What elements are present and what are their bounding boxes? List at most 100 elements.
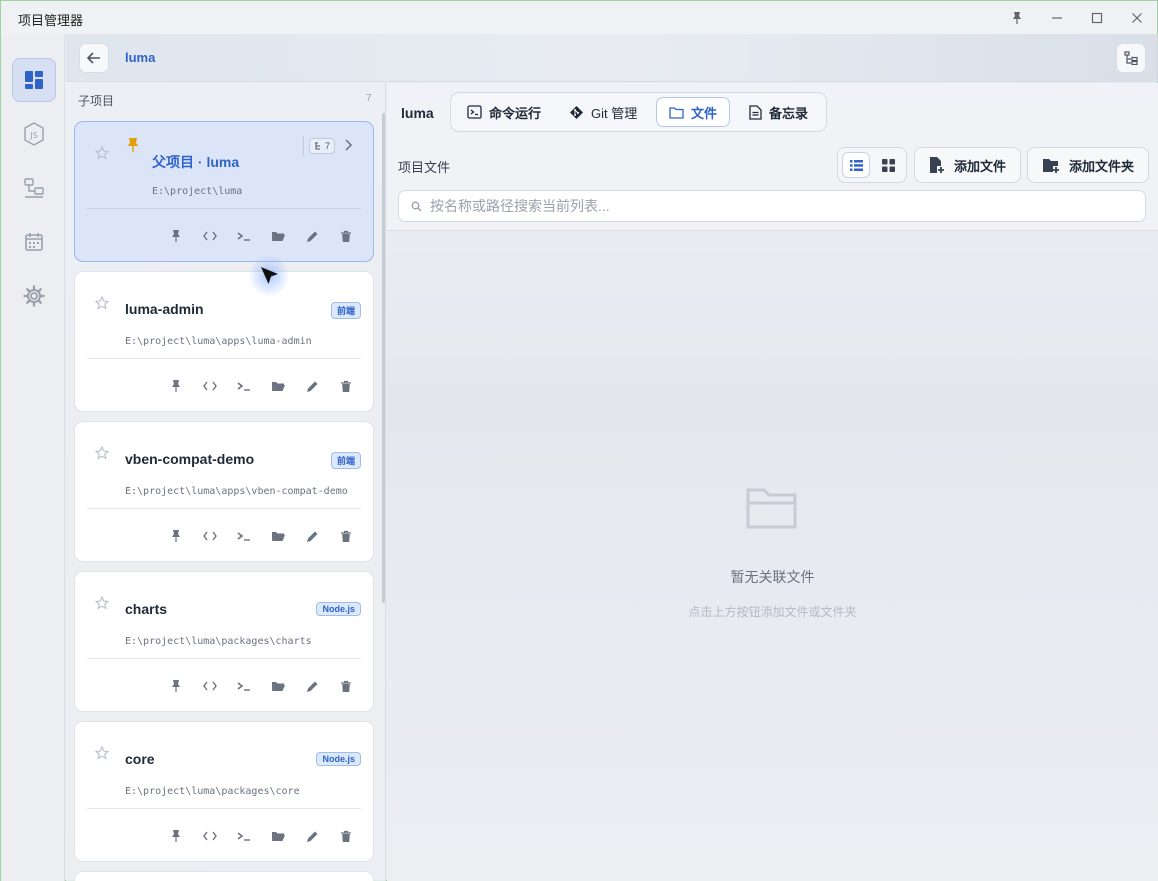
gear-icon[interactable] <box>12 274 56 318</box>
delete-icon[interactable] <box>335 225 357 247</box>
tech-tag: Node.js <box>316 602 361 616</box>
sidebar-label: 子项目 <box>78 94 115 108</box>
tab-label: 文件 <box>691 105 718 121</box>
maximize-icon[interactable] <box>1086 7 1108 29</box>
subproject-name: vben-compat-demo <box>125 451 255 467</box>
tab-commands[interactable]: 命令运行 <box>455 97 553 127</box>
chevron-right-icon[interactable] <box>343 139 353 151</box>
card-divider <box>87 808 361 809</box>
sidebar-scrollbar[interactable] <box>382 113 385 603</box>
subproject-card[interactable]: core Node.js E:\project\luma\packages\co… <box>74 721 374 862</box>
arrow-left-icon <box>87 52 100 64</box>
folder-open-icon[interactable] <box>267 375 289 397</box>
terminal-icon[interactable] <box>233 375 255 397</box>
tech-tag: Node.js <box>316 752 361 766</box>
subproject-name: core <box>125 751 155 767</box>
code-icon[interactable] <box>199 525 221 547</box>
delete-icon[interactable] <box>335 675 357 697</box>
edit-icon[interactable] <box>301 675 323 697</box>
project-name: luma <box>401 105 434 121</box>
favorite-star-icon[interactable] <box>95 296 109 310</box>
terminal-icon[interactable] <box>233 675 255 697</box>
favorite-star-icon[interactable] <box>95 146 109 160</box>
edit-icon[interactable] <box>301 525 323 547</box>
subproject-card[interactable] <box>74 871 374 881</box>
calendar-icon[interactable] <box>12 220 56 264</box>
dashboard-icon[interactable] <box>12 58 56 102</box>
delete-icon[interactable] <box>335 825 357 847</box>
parent-project-path: E:\project\luma <box>152 186 243 197</box>
title-bar: 项目管理器 <box>1 1 1157 34</box>
close-icon[interactable] <box>1126 7 1148 29</box>
edit-icon[interactable] <box>301 225 323 247</box>
card-actions <box>165 375 357 397</box>
search-input[interactable] <box>430 198 1130 214</box>
terminal-icon[interactable] <box>233 525 255 547</box>
subproject-name: luma-admin <box>125 301 204 317</box>
subproject-count: 7 <box>366 93 372 104</box>
tree-icon <box>315 142 320 149</box>
list-icon <box>849 159 863 171</box>
pin-icon[interactable] <box>165 525 187 547</box>
file-add-icon <box>930 157 944 173</box>
javascript-icon[interactable]: JS <box>12 112 56 156</box>
code-icon[interactable] <box>199 825 221 847</box>
code-icon[interactable] <box>199 375 221 397</box>
edit-icon[interactable] <box>301 375 323 397</box>
tab-notes[interactable]: 备忘录 <box>737 97 820 127</box>
delete-icon[interactable] <box>335 375 357 397</box>
grid-icon <box>881 158 895 172</box>
main-panel: luma 命令运行 Git 管理 文件 备忘录 项目文件 添加文件 添加文件夹 … <box>387 83 1158 881</box>
back-button[interactable] <box>79 43 109 73</box>
subproject-card[interactable]: charts Node.js E:\project\luma\packages\… <box>74 571 374 712</box>
pin-window-icon[interactable] <box>1006 7 1028 29</box>
terminal-icon[interactable] <box>233 825 255 847</box>
favorite-star-icon[interactable] <box>95 596 109 610</box>
subproject-path: E:\project\luma\apps\luma-admin <box>125 336 312 347</box>
delete-icon[interactable] <box>335 525 357 547</box>
edit-icon[interactable] <box>301 825 323 847</box>
parent-project-name: 父项目 · luma <box>152 154 240 170</box>
section-label: 项目文件 <box>398 160 451 175</box>
add-file-button[interactable]: 添加文件 <box>914 147 1022 183</box>
code-icon[interactable] <box>199 225 221 247</box>
add-folder-button[interactable]: 添加文件夹 <box>1027 147 1150 183</box>
tab-git[interactable]: Git 管理 <box>557 97 649 127</box>
search-icon <box>411 201 422 212</box>
pin-icon[interactable] <box>165 375 187 397</box>
folder-open-icon[interactable] <box>267 525 289 547</box>
note-icon <box>749 104 762 120</box>
search-box <box>398 190 1146 222</box>
card-divider <box>87 658 361 659</box>
list-view-button[interactable] <box>842 152 870 178</box>
subproject-sidebar: 子项目 7 父项目 · luma 7 E:\project\luma luma-… <box>66 83 386 881</box>
tree-icon <box>1124 51 1138 65</box>
tab-files[interactable]: 文件 <box>656 97 731 127</box>
minimize-icon[interactable] <box>1046 7 1068 29</box>
subproject-path: E:\project\luma\packages\core <box>125 786 300 797</box>
folder-open-icon[interactable] <box>267 675 289 697</box>
code-icon[interactable] <box>199 675 221 697</box>
favorite-star-icon[interactable] <box>95 746 109 760</box>
tab-label: Git 管理 <box>591 105 638 121</box>
tech-tag: 前端 <box>330 452 361 469</box>
folder-open-icon[interactable] <box>267 825 289 847</box>
pin-icon[interactable] <box>165 225 187 247</box>
parent-project-card[interactable]: 父项目 · luma 7 E:\project\luma <box>74 121 374 262</box>
favorite-star-icon[interactable] <box>95 446 109 460</box>
pin-icon[interactable] <box>165 825 187 847</box>
terminal-icon[interactable] <box>233 225 255 247</box>
nav-rail: JS <box>1 34 65 881</box>
subproject-count-badge[interactable]: 7 <box>309 138 336 154</box>
empty-state-hint: 点击上方按钮添加文件或文件夹 <box>688 605 857 619</box>
grid-view-button[interactable] <box>874 152 902 178</box>
pin-icon[interactable] <box>165 675 187 697</box>
folder-open-icon[interactable] <box>267 225 289 247</box>
subproject-card[interactable]: vben-compat-demo 前端 E:\project\luma\apps… <box>74 421 374 562</box>
card-actions <box>165 675 357 697</box>
tree-view-button[interactable] <box>1116 43 1146 73</box>
network-icon[interactable] <box>12 166 56 210</box>
add-folder-label: 添加文件夹 <box>1069 158 1135 174</box>
subproject-card[interactable]: luma-admin 前端 E:\project\luma\apps\luma-… <box>74 271 374 412</box>
project-header: luma <box>66 34 1158 82</box>
